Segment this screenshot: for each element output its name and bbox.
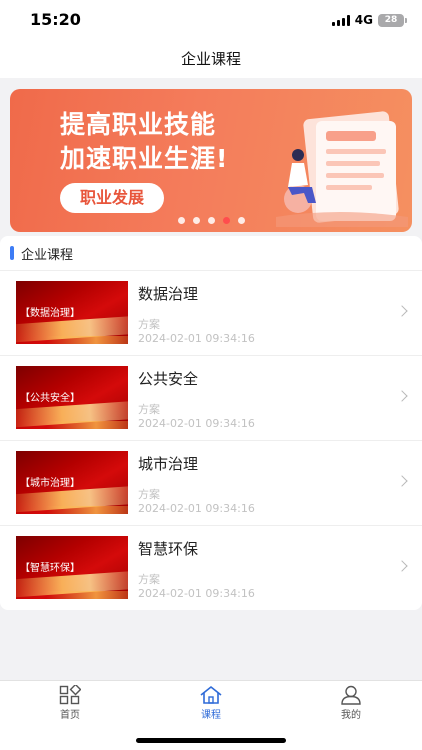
course-thumbnail: 【公共安全】 [16,366,128,429]
status-time: 15:20 [30,10,81,29]
thumbnail-tag: 【公共安全】 [20,393,80,404]
tab-label: 课程 [201,710,221,721]
course-date: 2024-02-01 09:34:16 [138,502,255,515]
course-category: 方案 [138,488,160,501]
course-item[interactable]: 【数据治理】 数据治理 方案 2024-02-01 09:34:16 [0,270,422,355]
course-list: 【数据治理】 数据治理 方案 2024-02-01 09:34:16 【公共安全… [0,270,422,610]
tab-label: 首页 [60,710,80,721]
section-accent-bar [10,246,14,260]
course-title: 数据治理 [138,285,199,303]
nav-bar: 企业课程 [0,40,422,78]
chevron-right-icon [396,390,408,402]
course-thumbnail: 【数据治理】 [16,281,128,344]
person-icon [341,685,361,705]
tab-home[interactable]: 首页 [30,685,110,721]
grid-icon [59,685,81,705]
banner-illustration [276,111,408,227]
house-icon [200,686,222,704]
battery-icon: 28 [378,13,407,27]
carousel-dot[interactable] [237,217,245,224]
course-item[interactable]: 【智慧环保】 智慧环保 方案 2024-02-01 09:34:16 [0,525,422,610]
course-title: 智慧环保 [138,540,199,558]
tab-profile[interactable]: 我的 [311,685,391,721]
status-bar: 15:20 4G 28 [0,0,422,40]
carousel-dot[interactable] [177,217,185,224]
section-title: 企业课程 [21,248,74,263]
banner-headline-1: 提高职业技能 [60,110,217,139]
career-development-button[interactable]: 职业发展 [60,183,164,213]
course-date: 2024-02-01 09:34:16 [138,332,255,345]
course-category: 方案 [138,573,160,586]
course-thumbnail: 【城市治理】 [16,451,128,514]
course-item[interactable]: 【城市治理】 城市治理 方案 2024-02-01 09:34:16 [0,440,422,525]
course-title: 公共安全 [138,370,199,388]
page-title: 企业课程 [180,50,241,68]
course-title: 城市治理 [138,455,199,473]
carousel-indicators [10,217,412,224]
tab-courses[interactable]: 课程 [171,685,251,721]
carousel-dot[interactable] [192,217,200,224]
course-category: 方案 [138,403,160,416]
course-thumbnail: 【智慧环保】 [16,536,128,599]
course-date: 2024-02-01 09:34:16 [138,417,255,430]
course-category: 方案 [138,318,160,331]
home-indicator [136,738,286,743]
chevron-right-icon [396,475,408,487]
status-indicators: 4G 28 [331,13,407,27]
thumbnail-tag: 【智慧环保】 [20,563,80,574]
network-type: 4G [354,13,373,27]
course-item[interactable]: 【公共安全】 公共安全 方案 2024-02-01 09:34:16 [0,355,422,440]
signal-icon [331,14,350,26]
section-header: 企业课程 [0,236,422,270]
carousel-dot[interactable] [222,217,230,224]
banner-carousel[interactable]: 提高职业技能 加速职业生涯! 职业发展 [10,89,412,232]
carousel-dot[interactable] [207,217,215,224]
thumbnail-tag: 【城市治理】 [20,478,80,489]
banner-headline-2: 加速职业生涯! [60,144,229,173]
chevron-right-icon [396,560,408,572]
course-date: 2024-02-01 09:34:16 [138,587,255,600]
tab-label: 我的 [341,710,361,721]
thumbnail-tag: 【数据治理】 [20,308,80,319]
chevron-right-icon [396,305,408,317]
